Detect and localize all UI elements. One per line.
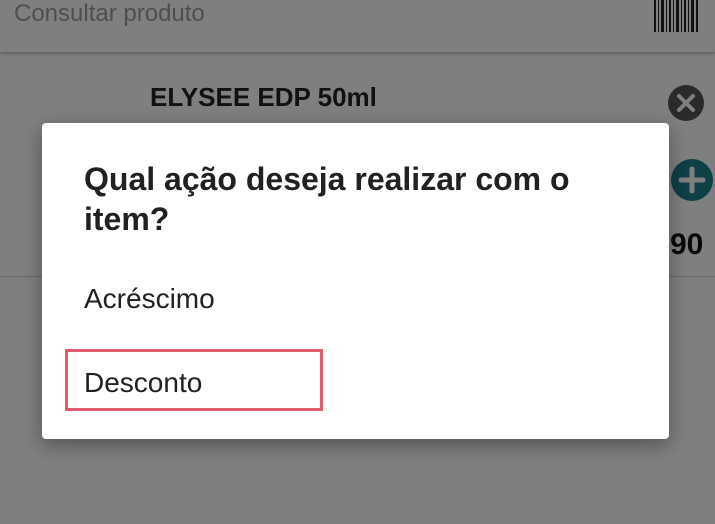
dialog-title: Qual ação deseja realizar com o item? [84, 161, 570, 237]
action-dialog: Qual ação deseja realizar com o item? Ac… [42, 123, 669, 439]
option-acrescimo[interactable]: Acréscimo [84, 281, 215, 317]
highlight-box [65, 349, 323, 411]
app-screen: Consultar produto ELYSEE EDP 50ml 90 [0, 0, 715, 524]
